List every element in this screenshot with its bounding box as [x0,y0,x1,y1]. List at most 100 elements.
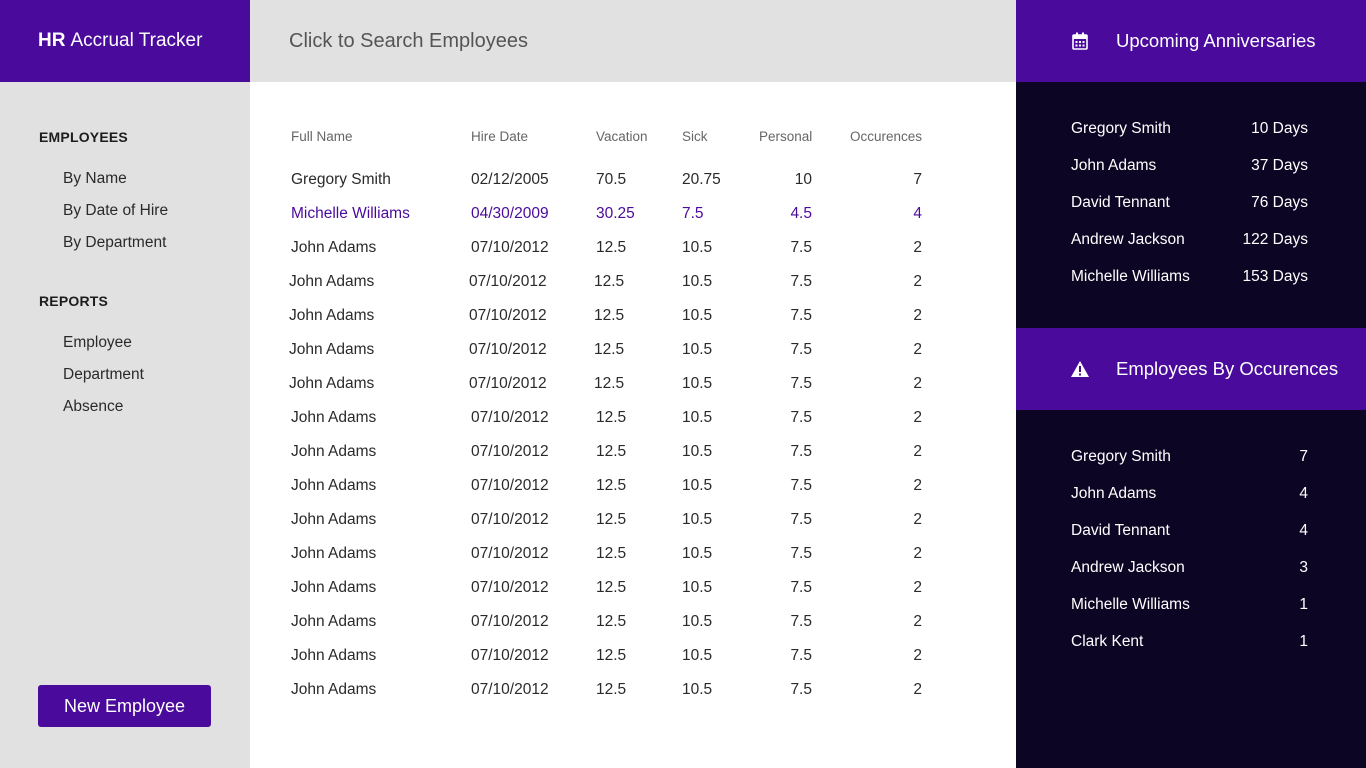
row-personal-cell: 7.5 [790,477,812,494]
row-vacation-cell: 12.5 [596,613,627,630]
row-name-cell: John Adams [291,613,377,630]
header-vacation[interactable]: Vacation [596,129,648,144]
anniversary-name: John Adams [1071,157,1157,174]
nav-by-date-of-hire[interactable]: By Date of Hire [63,202,168,220]
table-row[interactable]: John Adams 07/10/2012 12.5 10.5 7.5 2 [250,273,1016,307]
row-occurences-cell: 2 [913,681,922,698]
header-personal[interactable]: Personal [759,129,812,144]
row-personal-cell: 7.5 [790,341,812,358]
occurence-item[interactable]: Gregory Smith 7 [1071,448,1308,466]
row-name-cell: John Adams [291,681,377,698]
occurence-count: 7 [1299,448,1308,465]
reports-heading: REPORTS [39,293,109,309]
nav-report-department[interactable]: Department [63,366,144,384]
row-occurences-cell: 2 [913,239,922,256]
row-vacation-cell: 12.5 [596,647,627,664]
row-sick-cell: 10.5 [682,239,713,256]
anniversary-name: Andrew Jackson [1071,231,1185,248]
occurence-item[interactable]: Michelle Williams 1 [1071,596,1308,614]
table-row[interactable]: John Adams 07/10/2012 12.5 10.5 7.5 2 [250,409,1016,443]
row-occurences-cell: 4 [913,205,922,222]
occurence-item[interactable]: Clark Kent 1 [1071,633,1308,651]
app-title-rest: Accrual Tracker [70,30,203,51]
new-employee-button[interactable]: New Employee [38,685,211,727]
row-vacation-cell: 12.5 [596,579,627,596]
row-hire-date-cell: 07/10/2012 [469,341,547,358]
anniversaries-list: Gregory Smith 10 Days John Adams 37 Days D… [1016,82,1366,328]
table-row[interactable]: John Adams 07/10/2012 12.5 10.5 7.5 2 [250,307,1016,341]
table-row[interactable]: John Adams 07/10/2012 12.5 10.5 7.5 2 [250,443,1016,477]
table-row[interactable]: Gregory Smith 02/12/2005 70.5 20.75 10 7 [250,171,1016,205]
table-row[interactable]: John Adams 07/10/2012 12.5 10.5 7.5 2 [250,511,1016,545]
row-personal-cell: 7.5 [790,409,812,426]
header-hire-date[interactable]: Hire Date [471,129,528,144]
table-row[interactable]: John Adams 07/10/2012 12.5 10.5 7.5 2 [250,375,1016,409]
row-occurences-cell: 2 [913,477,922,494]
header-occurences[interactable]: Occurences [850,129,922,144]
row-name-cell: John Adams [291,579,377,596]
table-row[interactable]: John Adams 07/10/2012 12.5 10.5 7.5 2 [250,647,1016,681]
table-row[interactable]: John Adams 07/10/2012 12.5 10.5 7.5 2 [250,579,1016,613]
row-name-cell: John Adams [291,545,377,562]
table-row[interactable]: Michelle Williams 04/30/2009 30.25 7.5 4.5 4 [250,205,1016,239]
occurence-name: John Adams [1071,485,1157,502]
row-personal-cell: 7.5 [790,443,812,460]
anniversary-name: David Tennant [1071,194,1170,211]
occurence-count: 4 [1299,522,1308,539]
anniversary-item[interactable]: John Adams 37 Days [1071,157,1308,175]
anniversary-days: 10 Days [1251,120,1308,137]
employee-table: Full Name Hire Date Vacation Sick Person… [250,82,1016,768]
occurence-count: 1 [1299,633,1308,650]
row-personal-cell: 7.5 [790,273,812,290]
search-bar[interactable]: Click to Search Employees [250,0,1016,82]
nav-by-department[interactable]: By Department [63,234,166,252]
nav-report-absence[interactable]: Absence [63,398,123,416]
row-personal-cell: 7.5 [790,375,812,392]
table-row[interactable]: John Adams 07/10/2012 12.5 10.5 7.5 2 [250,341,1016,375]
row-personal-cell: 7.5 [790,613,812,630]
employees-heading: EMPLOYEES [39,129,128,145]
table-row[interactable]: John Adams 07/10/2012 12.5 10.5 7.5 2 [250,545,1016,579]
row-occurences-cell: 2 [913,375,922,392]
row-hire-date-cell: 07/10/2012 [471,545,549,562]
row-occurences-cell: 2 [913,511,922,528]
occurence-item[interactable]: Andrew Jackson 3 [1071,559,1308,577]
row-sick-cell: 10.5 [682,477,713,494]
occurence-item[interactable]: John Adams 4 [1071,485,1308,503]
row-name-cell: John Adams [291,443,377,460]
anniversary-item[interactable]: David Tennant 76 Days [1071,194,1308,212]
header-sick[interactable]: Sick [682,129,708,144]
row-occurences-cell: 2 [913,409,922,426]
anniversary-item[interactable]: Andrew Jackson 122 Days [1071,231,1308,249]
occurence-item[interactable]: David Tennant 4 [1071,522,1308,540]
row-vacation-cell: 12.5 [594,341,625,358]
row-vacation-cell: 12.5 [596,409,627,426]
row-sick-cell: 10.5 [682,613,713,630]
anniversary-item[interactable]: Michelle Williams 153 Days [1071,268,1308,286]
row-personal-cell: 7.5 [790,647,812,664]
row-occurences-cell: 2 [913,545,922,562]
occurence-name: Andrew Jackson [1071,559,1185,576]
anniversary-days: 76 Days [1251,194,1308,211]
table-row[interactable]: John Adams 07/10/2012 12.5 10.5 7.5 2 [250,613,1016,647]
table-row[interactable]: John Adams 07/10/2012 12.5 10.5 7.5 2 [250,239,1016,273]
nav-report-employee[interactable]: Employee [63,334,132,352]
search-placeholder[interactable]: Click to Search Employees [289,30,528,53]
table-row[interactable]: John Adams 07/10/2012 12.5 10.5 7.5 2 [250,681,1016,715]
row-vacation-cell: 70.5 [596,171,627,188]
row-sick-cell: 10.5 [682,511,713,528]
row-name-cell: John Adams [289,341,375,358]
row-vacation-cell: 12.5 [596,477,627,494]
row-vacation-cell: 12.5 [596,545,627,562]
row-occurences-cell: 7 [913,171,922,188]
table-row[interactable]: John Adams 07/10/2012 12.5 10.5 7.5 2 [250,477,1016,511]
nav-by-name[interactable]: By Name [63,170,127,188]
row-personal-cell: 7.5 [790,545,812,562]
occurences-header: Employees By Occurences [1016,328,1366,410]
row-sick-cell: 10.5 [682,647,713,664]
row-personal-cell: 7.5 [790,579,812,596]
row-occurences-cell: 2 [913,579,922,596]
occurences-title: Employees By Occurences [1116,358,1339,379]
anniversary-item[interactable]: Gregory Smith 10 Days [1071,120,1308,138]
header-full-name[interactable]: Full Name [291,129,353,144]
